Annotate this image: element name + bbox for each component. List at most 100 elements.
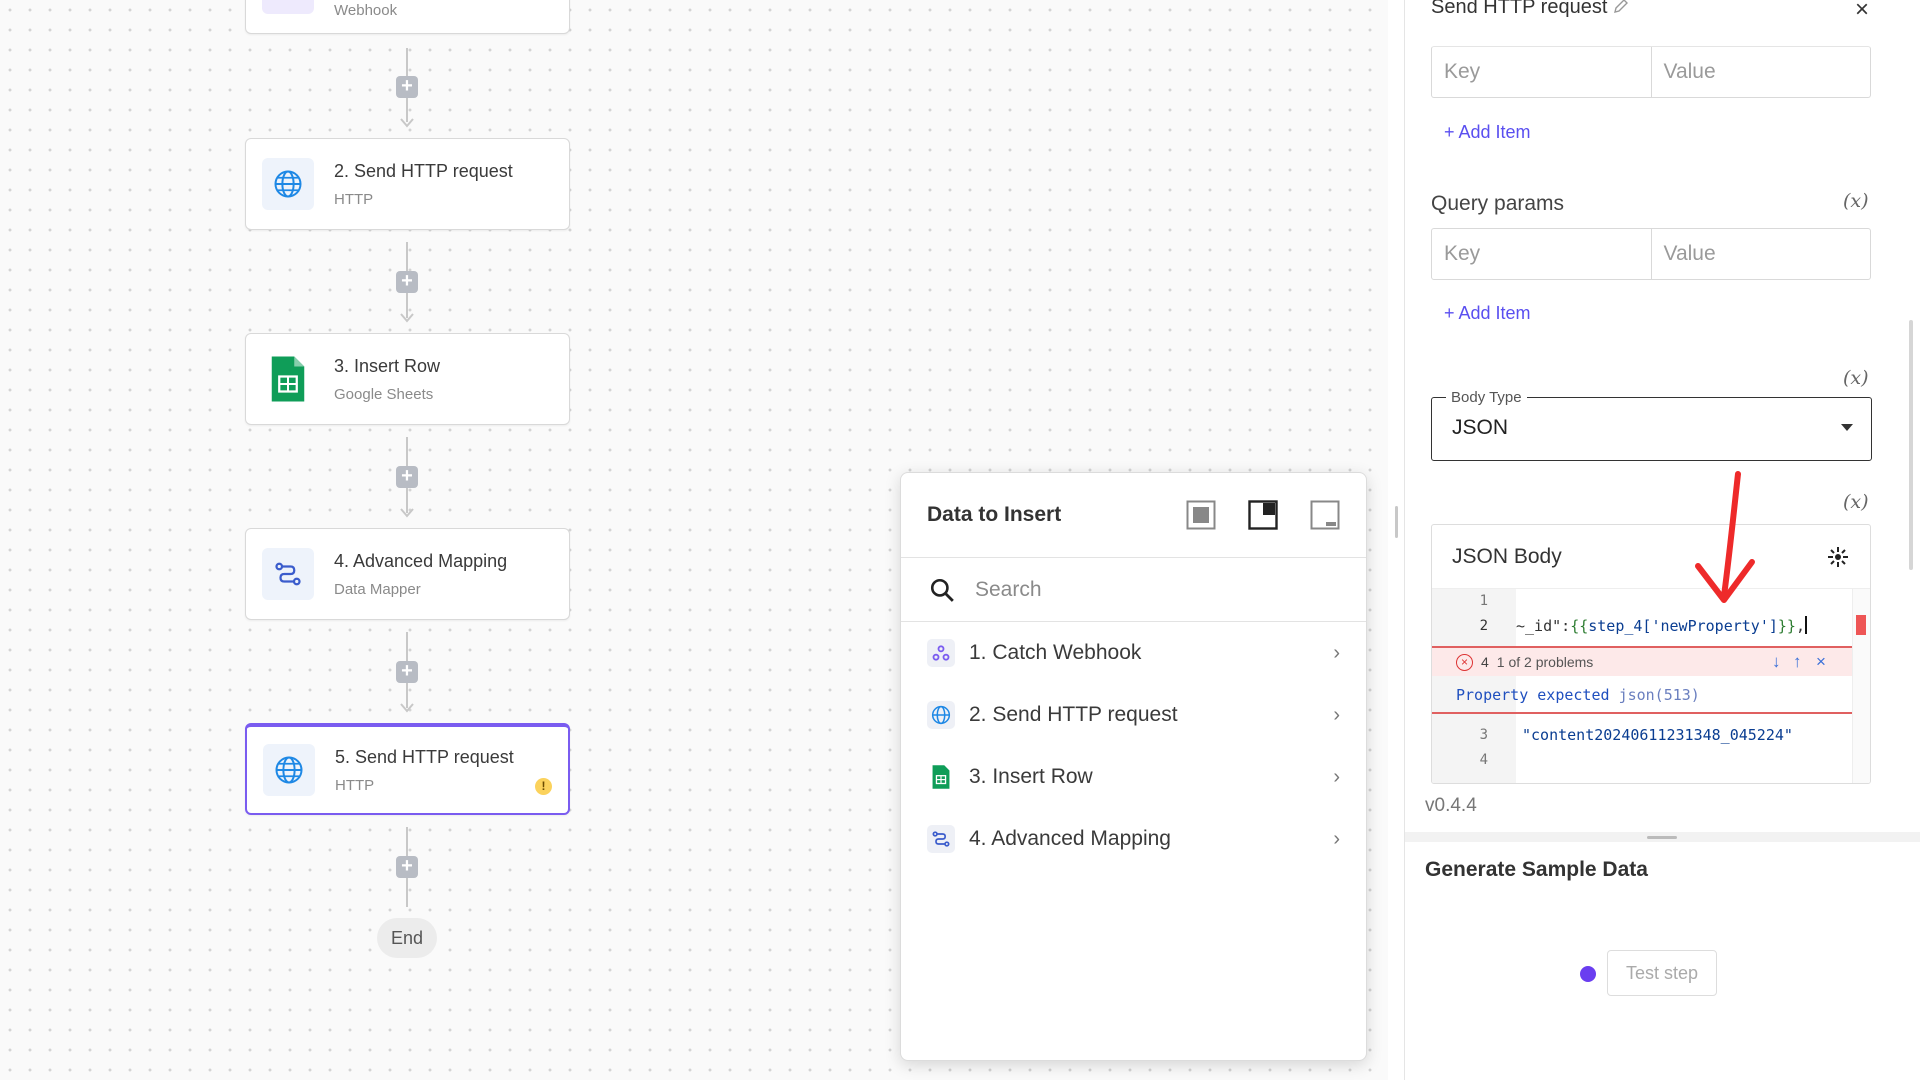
code-line: 1 <box>1432 589 1852 614</box>
variable-toggle-button[interactable]: (x) <box>1843 367 1869 389</box>
data-item-catch-webhook[interactable]: 1. Catch Webhook › <box>901 622 1366 684</box>
header-key-input[interactable]: Key <box>1432 47 1651 97</box>
add-step-button[interactable]: + <box>396 466 418 488</box>
end-node: End <box>377 918 437 958</box>
code-key: ~_id": <box>1516 617 1571 635</box>
view-fullscreen-button[interactable] <box>1186 500 1216 530</box>
add-step-button[interactable]: + <box>396 76 418 98</box>
add-step-button[interactable]: + <box>396 856 418 878</box>
code-line-active: 2 ~_id":{{step_4['newProperty']}}, <box>1432 614 1852 639</box>
variable-toggle-button[interactable]: (x) <box>1843 491 1869 513</box>
flow-step-send-http-request[interactable]: 2. Send HTTP request HTTP <box>245 138 570 230</box>
mapping-icon <box>927 825 955 853</box>
step-title: 5. Send HTTP request <box>335 746 514 767</box>
panel-scrollbar[interactable] <box>1909 320 1913 570</box>
view-minimized-button[interactable] <box>1310 500 1340 530</box>
flow-step-catch-webhook[interactable]: Webhook <box>245 0 570 34</box>
line-number: 1 <box>1479 593 1488 609</box>
step-title: 4. Advanced Mapping <box>334 550 508 571</box>
google-sheets-icon <box>262 353 314 405</box>
add-step-button[interactable]: + <box>396 661 418 683</box>
add-query-item-link[interactable]: + Add Item <box>1444 303 1531 324</box>
code-comma: , <box>1795 617 1805 635</box>
code-text: ~_id":{{step_4['newProperty']}}, <box>1516 614 1807 639</box>
headers-row: Key Value <box>1431 46 1871 98</box>
section-resize-handle[interactable] <box>1647 836 1677 839</box>
arrow-down-icon <box>400 118 414 128</box>
step-subtitle: Webhook <box>334 1 398 19</box>
webhook-icon <box>262 0 314 14</box>
step-title: 2. Send HTTP request <box>334 160 513 181</box>
globe-icon <box>262 158 314 210</box>
error-marker <box>1856 615 1866 635</box>
flow-step-insert-row[interactable]: 3. Insert Row Google Sheets <box>245 333 570 425</box>
data-to-insert-panel: Data to Insert 1. Catch Webhook › <box>900 472 1367 1061</box>
arrow-down-icon <box>400 313 414 323</box>
view-docked-button[interactable] <box>1248 500 1278 530</box>
panel-resize-handle[interactable] <box>1395 506 1398 538</box>
step-subtitle: HTTP <box>334 190 374 208</box>
arrow-down-icon <box>400 508 414 518</box>
add-step-button[interactable]: + <box>396 271 418 293</box>
body-type-select[interactable]: Body Type JSON <box>1431 389 1872 461</box>
line-number: 3 <box>1479 727 1488 743</box>
chevron-right-icon: › <box>1333 765 1340 788</box>
problem-nav-text: 1 of 2 problems <box>1496 654 1594 670</box>
globe-icon <box>927 701 955 729</box>
add-header-item-link[interactable]: + Add Item <box>1444 122 1531 143</box>
data-item-send-http-request[interactable]: 2. Send HTTP request › <box>901 684 1366 746</box>
code-line: 4 <box>1432 748 1852 773</box>
panel-title: Data to Insert <box>927 503 1062 526</box>
problem-bar: × 4 1 of 2 problems ↓ ↑ × <box>1432 646 1852 676</box>
arrow-down-icon <box>400 703 414 713</box>
data-item-insert-row[interactable]: 3. Insert Row › <box>901 746 1366 808</box>
google-sheets-icon <box>927 763 955 791</box>
query-params-row: Key Value <box>1431 228 1871 280</box>
version-label: v0.4.4 <box>1425 795 1477 816</box>
panel-title-text: Send HTTP request <box>1431 0 1608 18</box>
problem-hint: json(513) <box>1618 686 1700 704</box>
json-body-editor[interactable]: JSON Body 1 2 ~_id":{{step_4['newPropert… <box>1431 524 1871 784</box>
annotation-arrow-icon <box>1695 471 1755 603</box>
query-params-label: Query params <box>1431 192 1565 215</box>
status-dot <box>1580 966 1596 982</box>
close-icon[interactable]: × <box>1855 0 1869 24</box>
chevron-right-icon: › <box>1333 703 1340 726</box>
code-expression: step_4['newProperty'] <box>1588 617 1778 635</box>
flow-step-advanced-mapping[interactable]: 4. Advanced Mapping Data Mapper <box>245 528 570 620</box>
magic-format-icon[interactable] <box>1826 545 1850 569</box>
close-problems-icon[interactable]: × <box>1816 652 1826 672</box>
step-subtitle: HTTP <box>335 776 375 794</box>
body-type-value: JSON <box>1452 416 1509 439</box>
body-type-legend: Body Type <box>1446 389 1527 406</box>
next-problem-icon[interactable]: ↓ <box>1772 652 1781 672</box>
data-item-label: 2. Send HTTP request <box>969 703 1178 726</box>
data-item-label: 4. Advanced Mapping <box>969 827 1171 850</box>
test-step-button[interactable]: Test step <box>1607 950 1717 996</box>
query-value-input[interactable]: Value <box>1650 229 1871 279</box>
flow-canvas[interactable]: Webhook + 2. Send HTTP request HTTP + 3.… <box>0 0 1388 1080</box>
data-item-label: 3. Insert Row <box>969 765 1093 788</box>
variable-toggle-button[interactable]: (x) <box>1843 190 1869 212</box>
panel-title: Send HTTP request <box>1431 0 1629 19</box>
line-number: 4 <box>1479 752 1488 768</box>
chevron-right-icon: › <box>1333 641 1340 664</box>
data-item-advanced-mapping[interactable]: 4. Advanced Mapping › <box>901 808 1366 870</box>
problem-message-text: Property expected <box>1456 686 1610 704</box>
previous-problem-icon[interactable]: ↑ <box>1793 652 1802 672</box>
code-text: "content20240611231348_045224" <box>1522 726 1793 744</box>
data-item-label: 1. Catch Webhook <box>969 641 1142 664</box>
step-settings-panel: Send HTTP request × Key Value + Add Item… <box>1404 0 1920 1080</box>
error-icon: × <box>1456 653 1473 671</box>
search-input[interactable] <box>975 577 1315 602</box>
generate-sample-data-title: Generate Sample Data <box>1425 858 1648 881</box>
flow-step-send-http-request-selected[interactable]: 5. Send HTTP request HTTP ! <box>245 723 570 815</box>
caret-down-icon <box>1841 424 1853 431</box>
query-key-input[interactable]: Key <box>1432 229 1651 279</box>
edit-pencil-icon[interactable] <box>1613 0 1629 14</box>
step-subtitle: Data Mapper <box>334 580 421 598</box>
header-value-input[interactable]: Value <box>1650 47 1871 97</box>
search-icon <box>930 578 954 602</box>
text-cursor <box>1805 616 1807 634</box>
warning-icon: ! <box>535 778 552 795</box>
